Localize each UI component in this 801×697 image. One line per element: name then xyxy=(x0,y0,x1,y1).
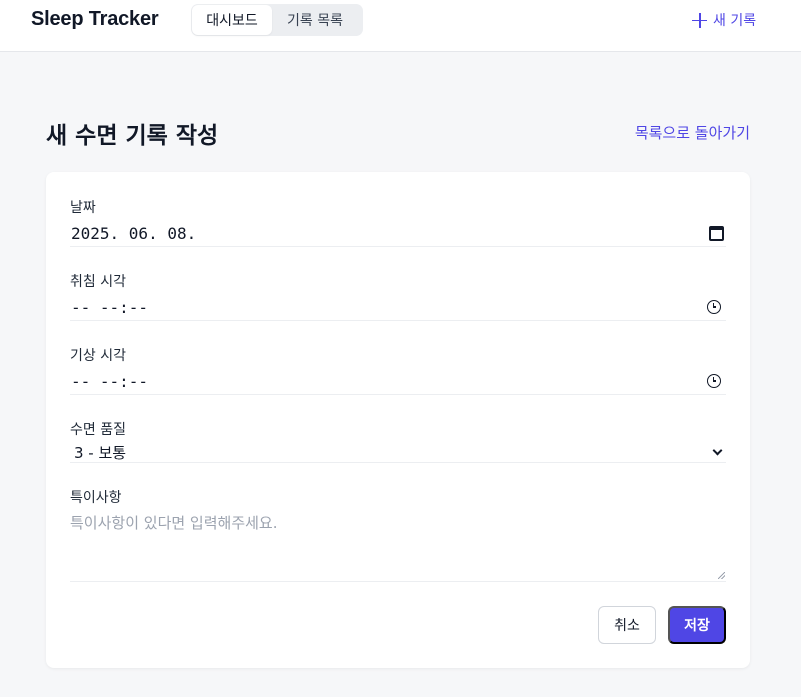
notes-label: 특이사항 xyxy=(70,490,122,506)
clock-icon[interactable] xyxy=(707,374,721,388)
plus-icon xyxy=(692,12,707,28)
bedtime-input[interactable]: -- --:-- xyxy=(70,294,726,321)
bedtime-value: -- --:-- xyxy=(71,297,149,317)
date-label: 날짜 xyxy=(70,200,96,216)
new-record-button[interactable]: 새 기록 xyxy=(692,10,756,30)
page-title: 새 수면 기록 작성 xyxy=(46,123,219,149)
view-tabs: 대시보드 기록 목록 xyxy=(191,4,363,36)
date-value: 2025. 06. 08. xyxy=(71,223,197,243)
save-button[interactable]: 저장 xyxy=(668,606,726,644)
calendar-icon[interactable] xyxy=(709,225,724,241)
notes-textarea[interactable]: 특이사항이 있다면 입력해주세요. xyxy=(70,512,726,582)
date-input[interactable]: 2025. 06. 08. xyxy=(70,220,726,247)
tab-dashboard[interactable]: 대시보드 xyxy=(192,5,272,35)
wake-time-value: -- --:-- xyxy=(71,371,149,391)
cancel-button[interactable]: 취소 xyxy=(598,606,656,644)
clock-icon[interactable] xyxy=(707,300,721,314)
quality-select[interactable]: 3 - 보통 xyxy=(70,442,726,463)
quality-value: 3 - 보통 xyxy=(74,443,127,462)
top-nav: Sleep Tracker 대시보드 기록 목록 새 기록 xyxy=(0,0,801,52)
tab-records[interactable]: 기록 목록 xyxy=(272,5,358,35)
wake-time-input[interactable]: -- --:-- xyxy=(70,368,726,395)
wake-time-label: 기상 시각 xyxy=(70,348,126,364)
record-form-card: 날짜 2025. 06. 08. 취침 시각 -- --:-- 기상 시각 --… xyxy=(46,172,750,668)
back-to-list-link[interactable]: 목록으로 돌아가기 xyxy=(635,122,750,143)
app-brand[interactable]: Sleep Tracker xyxy=(31,8,159,31)
quality-label: 수면 품질 xyxy=(70,422,126,438)
chevron-down-icon xyxy=(712,445,723,455)
resize-handle-icon[interactable] xyxy=(718,572,725,579)
bedtime-label: 취침 시각 xyxy=(70,274,126,290)
notes-placeholder: 특이사항이 있다면 입력해주세요. xyxy=(70,514,278,532)
new-record-label: 새 기록 xyxy=(713,13,757,29)
